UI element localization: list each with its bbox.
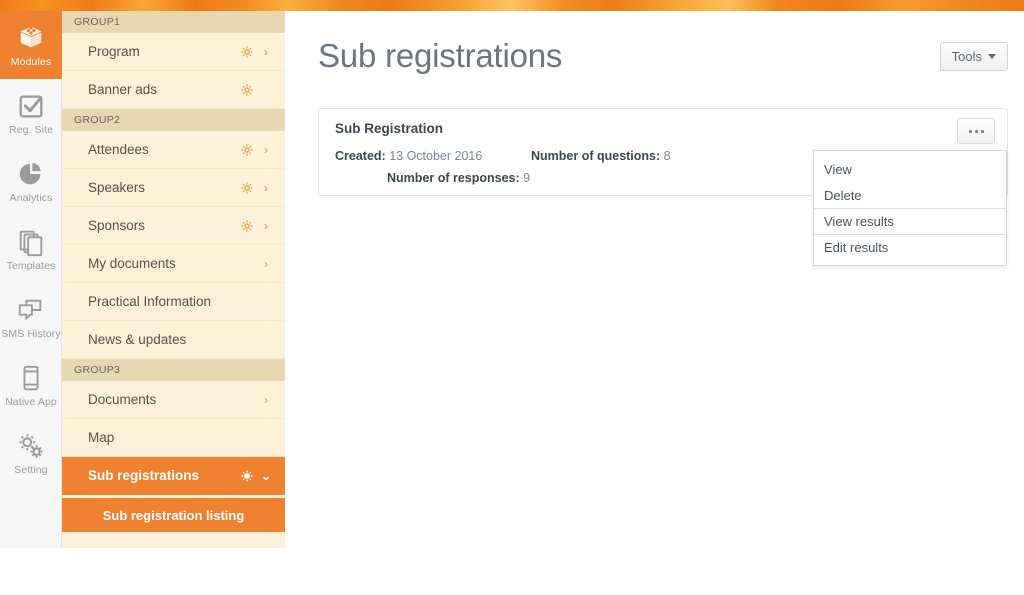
sidebar-item-label: Map (88, 430, 115, 445)
gear-icon[interactable] (237, 219, 257, 233)
chevron-right-icon[interactable]: › (257, 46, 275, 58)
sidebar-subitem-sub-registration-listing[interactable]: Sub registration listing (62, 498, 285, 532)
sidebar-group-header: GROUP2 (62, 109, 285, 131)
sidebar-item-news-and-updates[interactable]: News & updates (62, 321, 285, 359)
pie-chart-icon (16, 159, 46, 189)
sidebar-item-my-documents[interactable]: My documents › (62, 245, 285, 283)
menu-item-label: Edit results (824, 240, 889, 255)
sidebar-item-documents[interactable]: Documents › (62, 381, 285, 419)
sidebar-item-label: Practical Information (88, 294, 212, 309)
menu-item-label: Delete (824, 187, 862, 203)
card-responses-value: 9 (523, 171, 531, 185)
modules-icon (16, 23, 46, 53)
gears-icon (16, 431, 46, 461)
mobile-icon (16, 363, 46, 393)
sidebar-subitem-label: Sub registration listing (102, 507, 245, 523)
page-title: Sub registrations (318, 37, 563, 74)
sidebar-item-program[interactable]: Program › (62, 33, 285, 71)
ellipsis-icon (980, 129, 984, 133)
card-menu-button[interactable] (957, 118, 995, 144)
card-responses-meta: Number of responses: 9 (387, 171, 530, 185)
chevron-right-icon[interactable]: › (257, 258, 275, 270)
card-created-meta: Created: 13 October 2016 (335, 149, 482, 163)
menu-item-view[interactable]: View (814, 156, 1006, 182)
rail-item-label: Reg. Site (8, 123, 54, 136)
card-title: Sub Registration (335, 121, 444, 136)
card-questions-label: Number of questions: (531, 149, 661, 163)
menu-item-delete[interactable]: Delete (814, 182, 1006, 208)
chevron-down-icon[interactable]: ⌄ (257, 470, 275, 482)
sidebar-item-label: Program (88, 44, 140, 59)
rail-item-analytics[interactable]: Analytics (0, 147, 62, 215)
gear-icon[interactable] (237, 181, 257, 195)
rail-item-native-app[interactable]: Native App (0, 351, 62, 419)
sidebar-item-practical-information[interactable]: Practical Information (62, 283, 285, 321)
sidebar-item-speakers[interactable]: Speakers › (62, 169, 285, 207)
top-banner-decoration (0, 0, 1024, 11)
rail-item-label: Templates (6, 259, 56, 272)
menu-item-label: View (824, 161, 852, 177)
sidebar-item-sub-registrations[interactable]: Sub registrations ⌄ (62, 457, 285, 495)
sidebar-item-label: News & updates (88, 332, 187, 347)
card-created-value: 13 October 2016 (389, 149, 483, 163)
sidebar-item-label: Speakers (88, 180, 146, 195)
sidebar-item-sponsors[interactable]: Sponsors › (62, 207, 285, 245)
chevron-right-icon[interactable]: › (257, 394, 275, 406)
rail-item-templates[interactable]: Templates (0, 215, 62, 283)
layers-icon (16, 227, 46, 257)
sidebar-group-header: GROUP1 (62, 11, 285, 33)
checkbox-icon (16, 91, 46, 121)
sidebar-item-label: Attendees (88, 142, 149, 157)
rail-item-label: SMS History (1, 327, 61, 340)
sidebar-scroll-area: GROUP1 Program › Banner ads GROUP2 Atten… (62, 11, 285, 548)
tools-button-label: Tools (951, 49, 982, 64)
gear-icon[interactable] (237, 143, 257, 157)
chevron-right-icon[interactable]: › (257, 182, 275, 194)
sidebar-item-label: Documents (88, 392, 157, 407)
menu-item-view-results[interactable]: View results (814, 208, 1006, 234)
card-context-menu: View Delete View results Edit results (813, 150, 1007, 266)
rail-item-reg-site[interactable]: Reg. Site (0, 79, 62, 147)
main-content: Sub registrations Tools Sub Registration… (285, 11, 1024, 595)
tools-button[interactable]: Tools (939, 42, 1008, 71)
chat-bubble-icon (16, 295, 46, 325)
rail-item-modules[interactable]: Modules (0, 11, 62, 79)
sidebar-group-header: GROUP3 (62, 359, 285, 381)
caret-down-icon (988, 54, 996, 59)
rail-item-setting[interactable]: Setting (0, 419, 62, 487)
card-responses-label: Number of responses: (387, 171, 520, 185)
card-questions-value: 8 (663, 149, 671, 163)
sidebar-item-label: My documents (88, 256, 176, 271)
sidebar-item-label: Sponsors (88, 218, 146, 233)
menu-item-edit-results[interactable]: Edit results (814, 234, 1006, 260)
menu-item-label: View results (824, 214, 894, 229)
rail-item-label: Modules (10, 55, 52, 68)
gear-icon[interactable] (237, 469, 257, 483)
rail-item-sms-history[interactable]: SMS History (0, 283, 62, 351)
gear-icon[interactable] (237, 45, 257, 59)
card-created-label: Created: (335, 149, 386, 163)
sidebar-item-label: Sub registrations (88, 468, 200, 483)
chevron-right-icon[interactable]: › (257, 220, 275, 232)
gear-icon[interactable] (237, 83, 257, 97)
sidebar-item-attendees[interactable]: Attendees › (62, 131, 285, 169)
rail-item-label: Analytics (9, 191, 53, 204)
rail-item-label: Setting (14, 463, 48, 476)
ellipsis-icon (974, 129, 978, 133)
ellipsis-icon (968, 129, 972, 133)
rail-item-label: Native App (5, 395, 57, 408)
module-sidebar: GROUP1 Program › Banner ads GROUP2 Atten… (62, 11, 285, 548)
sidebar-item-map[interactable]: Map (62, 419, 285, 457)
primary-icon-rail: Modules Reg. Site Analytics Templates SM… (0, 11, 62, 548)
card-questions-meta: Number of questions: 8 (531, 149, 671, 163)
app-window: Modules Reg. Site Analytics Templates SM… (0, 0, 1024, 595)
chevron-right-icon[interactable]: › (257, 144, 275, 156)
sidebar-item-banner-ads[interactable]: Banner ads (62, 71, 285, 109)
sidebar-item-label: Banner ads (88, 82, 158, 97)
